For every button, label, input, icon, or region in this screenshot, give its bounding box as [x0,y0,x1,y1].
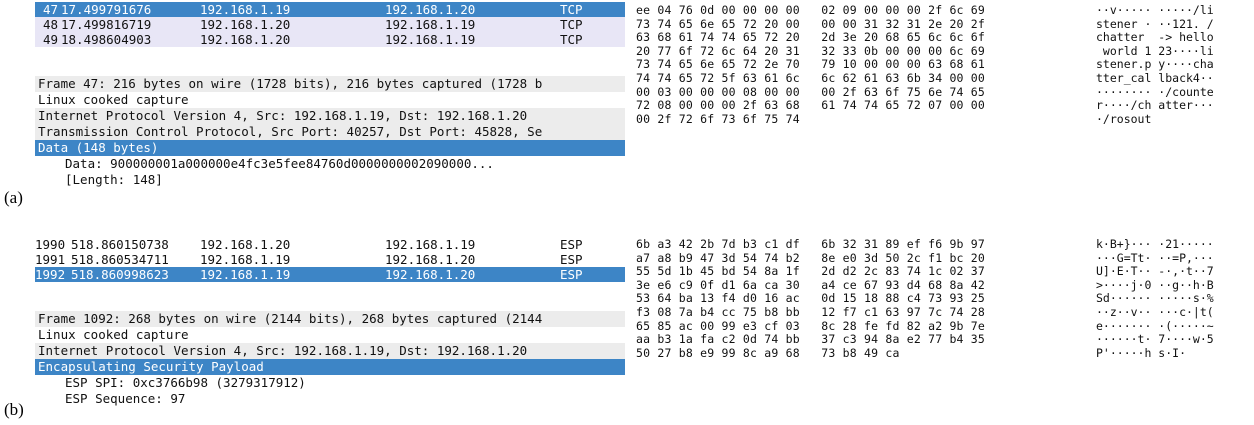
packet-time: 518.860998623 [71,267,169,282]
hex-line: 53 64 ba 13 f4 d0 16 ac 0d 15 18 88 c4 7… [636,291,986,306]
hex-line: 3e e6 c9 0f d1 6a ca 30 a4 ce 67 93 d4 6… [636,277,986,292]
hex-dump: 6b a3 42 2b 7d b3 c1 df 6b 32 31 89 ef f… [636,237,986,360]
hex-line: 20 77 6f 72 6c 64 20 31 32 33 0b 00 00 0… [636,43,986,58]
ascii-line: stener.p y····cha [1096,57,1214,72]
packet-details: Frame 1092: 268 bytes on wire (2144 bits… [35,311,625,407]
detail-row[interactable]: [Length: 148] [35,172,625,188]
packet-proto: TCP [560,2,583,17]
panel-b: 1990 518.860150738 192.168.1.20 192.168.1.1… [0,205,1254,425]
packet-time: 518.860534711 [71,252,169,267]
hex-line: 55 5d 1b 45 bd 54 8a 1f 2d d2 2c 83 74 1… [636,264,986,279]
packet-time: 17.499791676 [61,2,152,17]
packet-src: 192.168.1.19 [200,2,291,17]
packet-proto: TCP [560,32,583,47]
detail-row[interactable]: Transmission Control Protocol, Src Port:… [35,124,625,140]
packet-src: 192.168.1.19 [200,252,291,267]
ascii-line: world 1 23····li [1096,43,1214,58]
hex-line: 73 74 65 6e 65 72 20 00 00 00 31 32 31 2… [636,16,986,31]
ascii-dump: k·B+}··· ·21····· ···G=Tt· ··=P,··· U]·E·T… [1096,237,1214,360]
packet-no: 48 [43,17,59,32]
hex-line: 73 74 65 6e 65 72 2e 70 79 10 00 00 00 6… [636,57,986,72]
hex-line: 74 74 65 72 5f 63 61 6c 6c 62 61 63 6b 3… [636,70,986,85]
hex-line: aa b3 1a fa c2 0d 74 bb 37 c3 94 8a e2 7… [636,332,986,347]
packet-row[interactable]: 1991 518.860534711 192.168.1.19 192.168.1.2… [35,252,625,267]
packet-details: Frame 47: 216 bytes on wire (1728 bits),… [35,76,625,188]
packet-dst: 192.168.1.19 [385,32,476,47]
ascii-line: Sd······ ·····s·% [1096,291,1214,306]
ascii-line: ·/rosout [1096,111,1152,126]
detail-row[interactable]: Internet Protocol Version 4, Src: 192.16… [35,108,625,124]
packet-src: 192.168.1.20 [200,17,291,32]
ascii-line: chatter -> hello [1096,30,1214,45]
packet-no: 1991 [35,252,66,267]
ascii-line: ··v····· ·····/li [1096,3,1214,17]
packet-proto: ESP [560,252,583,267]
packet-proto: ESP [560,237,583,252]
ascii-line: stener · ··121. / [1096,16,1214,31]
ascii-line: ········ ·/counte [1096,84,1214,99]
packet-proto: ESP [560,267,583,282]
ascii-line: >····j·0 ··g··h·B [1096,277,1214,292]
hex-line: 6b a3 42 2b 7d b3 c1 df 6b 32 31 89 ef f… [636,237,986,251]
packet-list: 1990 518.860150738 192.168.1.20 192.168.1.1… [35,237,625,282]
hex-line: a7 a8 b9 47 3d 54 74 b2 8e e0 3d 50 2c f… [636,250,986,265]
packet-row[interactable]: 1990 518.860150738 192.168.1.20 192.168.1.1… [35,237,625,252]
packet-row[interactable]: 47 17.499791676 192.168.1.19 192.168.1.20 TC… [35,2,625,17]
packet-no: 49 [43,32,59,47]
detail-row[interactable]: Encapsulating Security Payload [35,359,625,375]
hex-line: 72 08 00 00 00 2f 63 68 61 74 74 65 72 0… [636,98,986,113]
packet-src: 192.168.1.20 [200,32,291,47]
ascii-line: ··z··v·· ···c·|t( [1096,304,1214,319]
packet-list: 47 17.499791676 192.168.1.19 192.168.1.20 TC… [35,2,625,47]
panel-label: (b) [4,400,24,419]
packet-time: 18.498604903 [61,32,152,47]
panel-a: 47 17.499791676 192.168.1.19 192.168.1.20 TC… [0,0,1254,207]
hex-dump: ee 04 76 0d 00 00 00 00 02 09 00 00 00 2… [636,3,986,126]
hex-line: f3 08 7a b4 cc 75 b8 bb 12 f7 c1 63 97 7… [636,304,986,319]
hex-line: ee 04 76 0d 00 00 00 00 02 09 00 00 00 2… [636,3,986,17]
packet-row[interactable]: 49 18.498604903 192.168.1.20 192.168.1.19 TC… [35,32,625,47]
detail-row[interactable]: Linux cooked capture [35,327,625,343]
hex-line: 50 27 b8 e9 99 8c a9 68 73 b8 49 ca [636,345,900,360]
ascii-dump: ··v····· ·····/li stener · ··121. / chatte… [1096,3,1214,126]
packet-time: 518.860150738 [71,237,169,252]
ascii-line: ···G=Tt· ··=P,··· [1096,250,1214,265]
packet-dst: 192.168.1.20 [385,252,476,267]
ascii-line: r····/ch atter··· [1096,98,1214,113]
detail-row[interactable]: ESP SPI: 0xc3766b98 (3279317912) [35,375,625,391]
hex-line: 00 2f 72 6f 73 6f 75 74 [636,111,800,126]
packet-src: 192.168.1.19 [200,267,291,282]
packet-src: 192.168.1.20 [200,237,291,252]
ascii-line: ······t· 7····w·5 [1096,332,1214,347]
ascii-line: k·B+}··· ·21····· [1096,237,1214,251]
hex-line: 00 03 00 00 00 08 00 00 00 2f 63 6f 75 6… [636,84,986,99]
packet-no: 1990 [35,237,66,252]
ascii-line: e······· ·(·····~ [1096,318,1214,333]
packet-dst: 192.168.1.20 [385,2,476,17]
hex-line: 63 68 61 74 74 65 72 20 2d 3e 20 68 65 6… [636,30,986,45]
ascii-line: U]·E·T·· -·,·t··7 [1096,264,1214,279]
detail-row[interactable]: Data: 900000001a000000e4fc3e5fee84760d00… [35,156,625,172]
packet-no: 1992 [35,267,66,282]
packet-row[interactable]: 1992 518.860998623 192.168.1.19 192.168.1.2… [35,267,625,282]
packet-proto: TCP [560,17,583,32]
hex-line: 65 85 ac 00 99 e3 cf 03 8c 28 fe fd 82 a… [636,318,986,333]
packet-row[interactable]: 48 17.499816719 192.168.1.20 192.168.1.19 TC… [35,17,625,32]
packet-dst: 192.168.1.20 [385,267,476,282]
detail-row[interactable]: Frame 1092: 268 bytes on wire (2144 bits… [35,311,625,327]
packet-dst: 192.168.1.19 [385,17,476,32]
packet-no: 47 [43,2,59,17]
detail-row[interactable]: Internet Protocol Version 4, Src: 192.16… [35,343,625,359]
detail-row[interactable]: ESP Sequence: 97 [35,391,625,407]
packet-time: 17.499816719 [61,17,152,32]
packet-dst: 192.168.1.19 [385,237,476,252]
detail-row[interactable]: Data (148 bytes) [35,140,625,156]
detail-row[interactable]: Frame 47: 216 bytes on wire (1728 bits),… [35,76,625,92]
ascii-line: tter_cal lback4·· [1096,70,1214,85]
detail-row[interactable]: Linux cooked capture [35,92,625,108]
ascii-line: P'·····h s·I· [1096,345,1187,360]
